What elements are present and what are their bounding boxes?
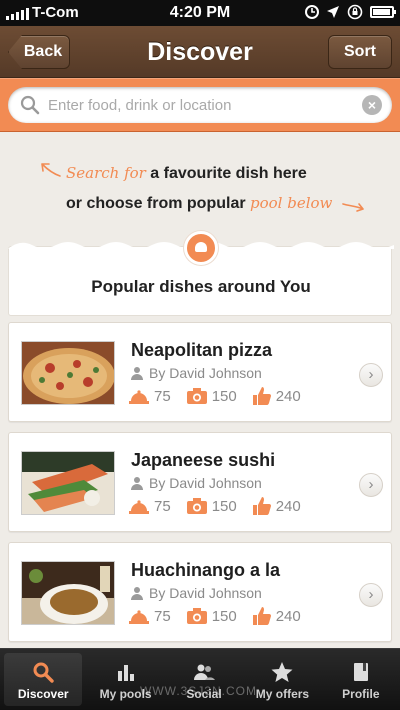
discover-hint: Search for a favourite dish here or choo… — [0, 156, 400, 226]
dish-name: Huachinango a la — [131, 560, 281, 580]
dish-author: By David Johnson — [131, 365, 262, 381]
rating-count: 75 — [154, 497, 171, 515]
camera-icon — [186, 388, 207, 404]
hint-handwritten-text: Search for — [66, 164, 146, 182]
battery-icon — [370, 6, 396, 18]
chef-hat-icon — [184, 231, 218, 265]
person-icon — [131, 476, 143, 490]
photo-count: 150 — [211, 607, 237, 625]
thumbs-up-icon — [252, 387, 271, 405]
people-icon — [194, 664, 216, 680]
photo-count: 150 — [211, 387, 237, 405]
search-icon — [33, 662, 54, 683]
dish-card[interactable]: Japaneese sushi By David Johnson 75 150 … — [8, 432, 392, 532]
cloche-icon — [129, 390, 149, 404]
rating-count: 75 — [154, 607, 171, 625]
thumbs-up-icon — [252, 607, 271, 625]
tab-label: Discover — [17, 687, 69, 701]
location-arrow-icon — [327, 6, 339, 18]
person-icon — [131, 366, 143, 380]
star-icon — [271, 662, 293, 682]
cloche-icon — [129, 500, 149, 514]
dish-card[interactable]: Neapolitan pizza By David Johnson 75 150… — [8, 322, 392, 422]
search-icon — [20, 95, 40, 115]
hand-drawn-arrow-icon — [41, 163, 61, 177]
search-field-container[interactable]: × — [8, 87, 392, 123]
rating-count: 75 — [154, 387, 171, 405]
hand-drawn-arrow-icon — [342, 203, 364, 212]
chevron-right-icon[interactable]: › — [359, 583, 383, 607]
chevron-right-icon[interactable]: › — [359, 473, 383, 497]
sort-button[interactable]: Sort — [328, 35, 392, 69]
tab-label: Profile — [342, 687, 380, 701]
status-bar: T-Com 4:20 PM — [0, 0, 400, 26]
camera-icon — [186, 608, 207, 624]
dish-author-text: By David Johnson — [149, 365, 262, 381]
chevron-right-icon[interactable]: › — [359, 363, 383, 387]
tab-social[interactable]: Social — [165, 649, 243, 710]
tab-my-pools[interactable]: My pools — [86, 649, 164, 710]
navigation-bar: Back Discover Sort — [0, 26, 400, 78]
photo-count: 150 — [211, 497, 237, 515]
cloche-icon — [129, 610, 149, 624]
hint-text: a favourite dish here — [145, 165, 307, 182]
popular-dishes-header: Popular dishes around You — [8, 231, 394, 316]
book-icon — [353, 663, 368, 681]
search-bar: × — [0, 78, 400, 132]
camera-icon — [186, 498, 207, 514]
dish-name: Japaneese sushi — [131, 450, 276, 470]
tab-discover[interactable]: Discover — [4, 653, 83, 706]
dish-photo-pizza — [21, 341, 115, 405]
clear-search-icon[interactable]: × — [362, 95, 382, 115]
person-icon — [131, 586, 143, 600]
tab-my-offers[interactable]: My offers — [243, 649, 321, 710]
like-count: 240 — [275, 607, 301, 625]
watermark: WWW.3SJ3N.COM — [140, 684, 257, 698]
dish-card[interactable]: Huachinango a la By David Johnson 75 150… — [8, 542, 392, 642]
hint-text: or choose from popular — [66, 195, 251, 212]
dish-name: Neapolitan pizza — [131, 340, 273, 360]
section-title: Popular dishes around You — [91, 277, 311, 296]
thumbs-up-icon — [252, 497, 271, 515]
dish-author: By David Johnson — [131, 475, 262, 491]
tab-profile[interactable]: Profile — [322, 649, 400, 710]
search-input[interactable] — [48, 93, 348, 117]
dish-author-text: By David Johnson — [149, 475, 262, 491]
tab-bar: Discover My pools Social My offers Profi… — [0, 648, 400, 710]
dish-author-text: By David Johnson — [149, 585, 262, 601]
dish-stats: 75 150 240 — [129, 387, 301, 405]
like-count: 240 — [275, 387, 301, 405]
like-count: 240 — [275, 497, 301, 515]
hint-handwritten-text: pool below — [250, 194, 333, 212]
rotation-lock-icon — [347, 4, 363, 20]
dish-author: By David Johnson — [131, 585, 262, 601]
dish-photo-huachinango — [21, 561, 115, 625]
bar-chart-icon — [117, 665, 134, 681]
dish-photo-sushi — [21, 451, 115, 515]
alarm-icon — [305, 5, 319, 19]
dish-stats: 75 150 240 — [129, 497, 301, 515]
dish-stats: 75 150 240 — [129, 607, 301, 625]
